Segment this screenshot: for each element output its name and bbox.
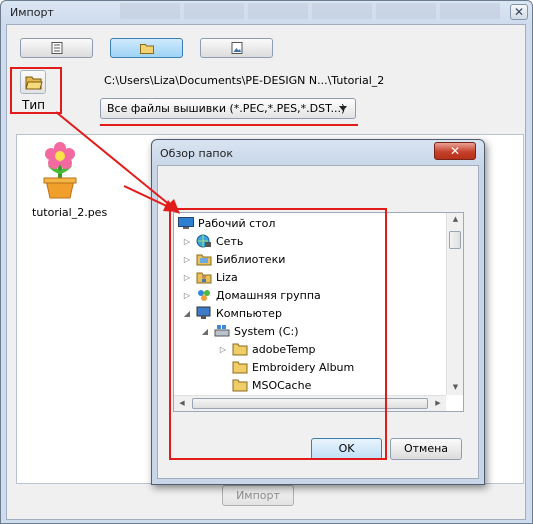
expand-icon[interactable]: ▷ <box>182 255 192 264</box>
window-title: Импорт <box>10 6 54 19</box>
tree-item-label: adobeTemp <box>252 342 316 356</box>
folder-icon <box>139 44 154 54</box>
import-button[interactable]: Импорт <box>222 485 294 506</box>
folder-view-button[interactable] <box>110 38 183 58</box>
user-folder-icon <box>196 272 212 284</box>
chevron-down-icon <box>339 106 347 111</box>
vertical-scrollbar[interactable]: ▲ ▼ <box>446 213 463 395</box>
tree-item-label: Сеть <box>216 234 244 248</box>
tree-item-folder[interactable]: ▷ adobeTemp <box>218 340 316 358</box>
libraries-icon <box>196 254 212 266</box>
file-item-label: tutorial_2.pes <box>32 206 108 219</box>
file-type-filter-select[interactable]: Все файлы вышивки (*.PEC,*.PES,*.DST...) <box>100 98 356 119</box>
tree-item-folder[interactable]: Embroidery Album <box>232 358 354 376</box>
collapse-icon[interactable]: ◢ <box>182 309 192 318</box>
file-item[interactable] <box>38 140 84 200</box>
drive-icon <box>214 325 230 337</box>
tree-item-label: Компьютер <box>216 306 282 320</box>
tree-item-label: Библиотеки <box>216 252 286 266</box>
scroll-right-icon[interactable]: ▶ <box>432 399 444 407</box>
tree-item-libraries[interactable]: ▷ Библиотеки <box>182 250 285 268</box>
thumbnail-view-button[interactable] <box>200 38 273 58</box>
expand-icon[interactable]: ▷ <box>182 291 192 300</box>
tree-item-network[interactable]: ▷ Сеть <box>182 232 243 250</box>
desktop-icon <box>178 217 194 229</box>
network-icon <box>196 234 211 248</box>
background-toolbar-blur <box>120 3 500 19</box>
filter-selected-value: Все файлы вышивки (*.PEC,*.PES,*.DST...) <box>107 102 346 115</box>
horizontal-scrollbar[interactable]: ◀ ▶ <box>174 395 446 411</box>
scrollbar-thumb[interactable] <box>192 398 428 409</box>
tree-item-label: MSOCache <box>252 378 312 392</box>
folder-icon <box>232 379 248 392</box>
folder-icon <box>232 343 248 356</box>
tree-item-folder[interactable]: MSOCache <box>232 376 311 394</box>
window-close-button[interactable]: ✕ <box>510 4 528 20</box>
tree-item-desktop[interactable]: Рабочий стол <box>178 214 275 232</box>
list-view-button[interactable] <box>20 38 93 58</box>
thumbnail-view-icon <box>231 42 242 54</box>
scrollbar-thumb[interactable] <box>449 231 461 249</box>
tree-item-label: Embroidery Album <box>252 360 355 374</box>
flower-icon <box>43 142 77 199</box>
tree-item-label: Liza <box>216 270 238 284</box>
scroll-up-icon[interactable]: ▲ <box>447 215 464 223</box>
homegroup-icon <box>198 290 210 301</box>
collapse-icon[interactable]: ◢ <box>200 327 210 336</box>
scroll-left-icon[interactable]: ◀ <box>176 399 188 407</box>
expand-icon[interactable]: ▷ <box>182 273 192 282</box>
tree-item-homegroup[interactable]: ▷ Домашняя группа <box>182 286 321 304</box>
list-view-icon <box>51 42 62 54</box>
expand-icon[interactable]: ▷ <box>218 345 228 354</box>
tree-item-label: System (C:) <box>234 324 299 338</box>
expand-icon[interactable]: ▷ <box>182 237 192 246</box>
tree-item-label: Рабочий стол <box>198 216 276 230</box>
dialog-title: Обзор папок <box>160 147 233 160</box>
ok-button[interactable]: OK <box>311 438 382 460</box>
tree-item-user[interactable]: ▷ Liza <box>182 268 238 286</box>
tree-item-label: Домашняя группа <box>216 288 321 302</box>
tree-item-system-drive[interactable]: ◢ System (C:) <box>200 322 299 340</box>
cancel-button[interactable]: Отмена <box>390 438 462 460</box>
annotation-highlight-box <box>10 67 62 114</box>
tree-item-computer[interactable]: ◢ Компьютер <box>182 304 282 322</box>
computer-icon <box>196 306 211 319</box>
annotation-underline <box>100 124 358 126</box>
folder-icon <box>232 361 248 374</box>
scroll-down-icon[interactable]: ▼ <box>447 383 464 391</box>
dialog-close-button[interactable]: ✕ <box>434 142 476 160</box>
current-path: C:\Users\Liza\Documents\PE-DESIGN N...\T… <box>104 74 385 87</box>
